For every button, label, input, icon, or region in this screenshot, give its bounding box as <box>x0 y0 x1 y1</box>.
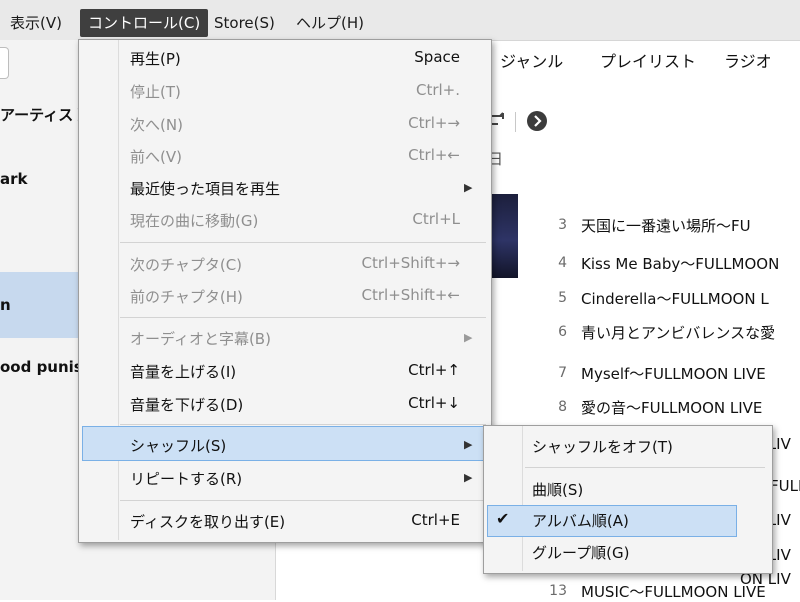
menu-control[interactable]: コントロール(C) <box>80 9 209 37</box>
menu-bar: 表示(V) コントロール(C) Store(S) ヘルプ(H) <box>0 0 800 41</box>
toolbar-divider <box>515 112 516 132</box>
track-number: 3 <box>558 217 567 233</box>
menu-item-repeat[interactable]: リピートする(R) <box>130 468 242 489</box>
track-number: 8 <box>558 399 567 415</box>
track-number: 5 <box>558 290 567 306</box>
menu-item-volume-up[interactable]: 音量を上げる(I) <box>130 361 236 382</box>
sidebar-item-ood[interactable]: ood punis <box>0 358 83 376</box>
track-title[interactable]: 青い月とアンビバレンスな愛 <box>581 322 775 343</box>
shortcut-next-chapter: Ctrl+Shift+→ <box>361 254 461 272</box>
track-title[interactable]: MUSIC〜FULLMOON LIVE <box>581 581 766 602</box>
submenu-arrow-icon: ▶ <box>464 438 473 451</box>
submenu-arrow-icon: ▶ <box>464 471 473 484</box>
menu-store[interactable]: Store(S) <box>206 9 283 37</box>
menu-item-next-chapter: 次のチャプタ(C) <box>130 256 243 274</box>
menu-item-stop: 停止(T) <box>130 83 181 101</box>
search-field-edge[interactable] <box>0 47 9 79</box>
track-title[interactable]: Kiss Me Baby〜FULLMOON <box>581 253 779 274</box>
track-number: 4 <box>558 255 567 271</box>
menu-separator <box>120 317 486 318</box>
forward-circle-icon[interactable] <box>526 110 548 136</box>
shortcut-previous: Ctrl+← <box>408 146 460 164</box>
shuffle-icon[interactable] <box>490 110 508 134</box>
menu-item-play[interactable]: 再生(P) <box>130 48 181 69</box>
submenu-item-by-song[interactable]: 曲順(S) <box>532 479 583 500</box>
submenu-item-shuffle-off[interactable]: シャッフルをオフ(T) <box>532 436 673 457</box>
menu-item-shuffle[interactable]: シャッフル(S) <box>130 435 226 456</box>
menu-help[interactable]: ヘルプ(H) <box>288 9 372 37</box>
track-number: 7 <box>558 365 567 381</box>
menu-item-volume-down[interactable]: 音量を下げる(D) <box>130 394 243 415</box>
menu-separator <box>120 242 486 243</box>
menu-item-next: 次へ(N) <box>130 116 183 134</box>
shortcut-play: Space <box>414 48 460 66</box>
sidebar-item-ark[interactable]: ark <box>0 170 28 188</box>
shortcut-eject-disc: Ctrl+E <box>411 511 460 529</box>
submenu-arrow-icon: ▶ <box>464 181 473 194</box>
shortcut-volume-down: Ctrl+↓ <box>408 394 460 412</box>
menu-separator <box>120 424 486 425</box>
menu-item-eject-disc[interactable]: ディスクを取り出す(E) <box>130 511 285 532</box>
menu-item-play-recent[interactable]: 最近使った項目を再生 <box>130 178 280 199</box>
shortcut-go-to-current: Ctrl+L <box>412 210 460 228</box>
track-title[interactable]: Cinderella〜FULLMOON L <box>581 288 769 309</box>
track-number: 6 <box>558 324 567 340</box>
shortcut-volume-up: Ctrl+↑ <box>408 361 460 379</box>
submenu-item-by-album[interactable]: アルバム順(A) <box>532 510 629 531</box>
tab-radio[interactable]: ラジオ <box>724 48 772 72</box>
menu-item-previous-chapter: 前のチャプタ(H) <box>130 288 243 306</box>
menu-view[interactable]: 表示(V) <box>2 9 70 37</box>
menu-item-go-to-current: 現在の曲に移動(G) <box>130 212 259 230</box>
tab-playlist[interactable]: プレイリスト <box>600 48 696 72</box>
submenu-item-by-group[interactable]: グループ順(G) <box>532 542 629 563</box>
submenu-separator <box>525 467 765 468</box>
sidebar-item-artist[interactable]: アーティスト <box>0 104 88 125</box>
tab-genre[interactable]: ジャンル <box>500 48 563 72</box>
track-title[interactable]: 愛の音〜FULLMOON LIVE <box>581 397 762 418</box>
track-number: 13 <box>549 583 567 599</box>
sidebar-item-selected[interactable]: n <box>0 296 11 314</box>
menu-item-audio-subtitles: オーディオと字幕(B) <box>130 330 271 348</box>
menu-item-previous: 前へ(V) <box>130 148 182 166</box>
track-title[interactable]: 天国に一番遠い場所〜FU <box>581 215 751 236</box>
menu-separator <box>120 500 486 501</box>
submenu-icon-gutter <box>522 426 523 571</box>
checkmark-icon: ✔ <box>496 509 510 528</box>
shortcut-next: Ctrl+→ <box>408 114 460 132</box>
menu-icon-gutter <box>118 40 119 540</box>
shortcut-previous-chapter: Ctrl+Shift+← <box>361 286 461 304</box>
track-title[interactable]: Myself〜FULLMOON LIVE <box>581 363 766 384</box>
submenu-arrow-icon: ▶ <box>464 331 473 344</box>
shortcut-stop: Ctrl+. <box>415 81 460 99</box>
